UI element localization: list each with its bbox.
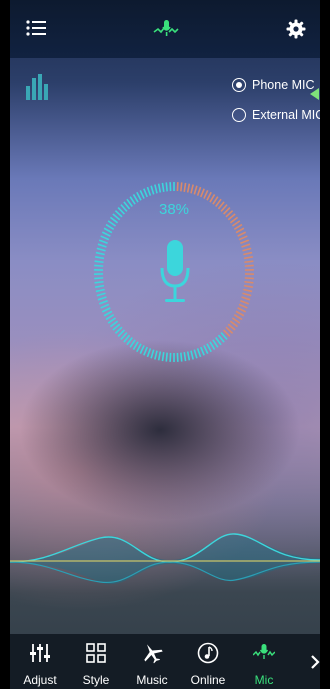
grid-icon xyxy=(86,643,106,663)
menu-icon[interactable] xyxy=(26,20,46,36)
screen: Phone MIC External MIC 38% Adjust Style … xyxy=(10,0,320,689)
top-bar xyxy=(10,0,320,58)
nav-online[interactable]: Online xyxy=(183,634,233,689)
airplane-icon xyxy=(144,644,163,664)
microphone-icon[interactable] xyxy=(159,240,191,306)
chevron-right-icon[interactable] xyxy=(310,654,320,670)
phone-mic-label: Phone MIC xyxy=(252,78,315,92)
external-mic-radio[interactable] xyxy=(232,108,246,122)
audio-waveform xyxy=(10,533,320,585)
selector-pointer xyxy=(310,88,319,100)
nav-mic[interactable]: Mic xyxy=(239,634,289,689)
mic-logo-icon xyxy=(153,20,179,36)
nav-online-label: Online xyxy=(190,673,226,687)
nav-mic-label: Mic xyxy=(254,673,274,687)
bottom-nav: Adjust Style Music Online Mic xyxy=(10,634,320,689)
nav-adjust[interactable]: Adjust xyxy=(15,634,65,689)
nav-style-label: Style xyxy=(82,673,110,687)
gear-icon[interactable] xyxy=(286,19,306,39)
phone-mic-radio[interactable] xyxy=(232,78,246,92)
nav-adjust-label: Adjust xyxy=(23,673,57,687)
external-mic-option[interactable]: External MIC xyxy=(232,106,320,124)
external-mic-label: External MIC xyxy=(252,108,320,122)
equalizer-icon[interactable] xyxy=(26,74,48,100)
nav-music[interactable]: Music xyxy=(127,634,177,689)
nav-style[interactable]: Style xyxy=(71,634,121,689)
sliders-icon xyxy=(30,644,50,662)
mic-level-percent: 38% xyxy=(158,201,190,218)
phone-mic-option[interactable]: Phone MIC xyxy=(232,76,315,94)
nav-music-label: Music xyxy=(136,673,168,687)
mic-wave-icon xyxy=(253,644,275,659)
music-note-circle-icon xyxy=(197,642,219,664)
